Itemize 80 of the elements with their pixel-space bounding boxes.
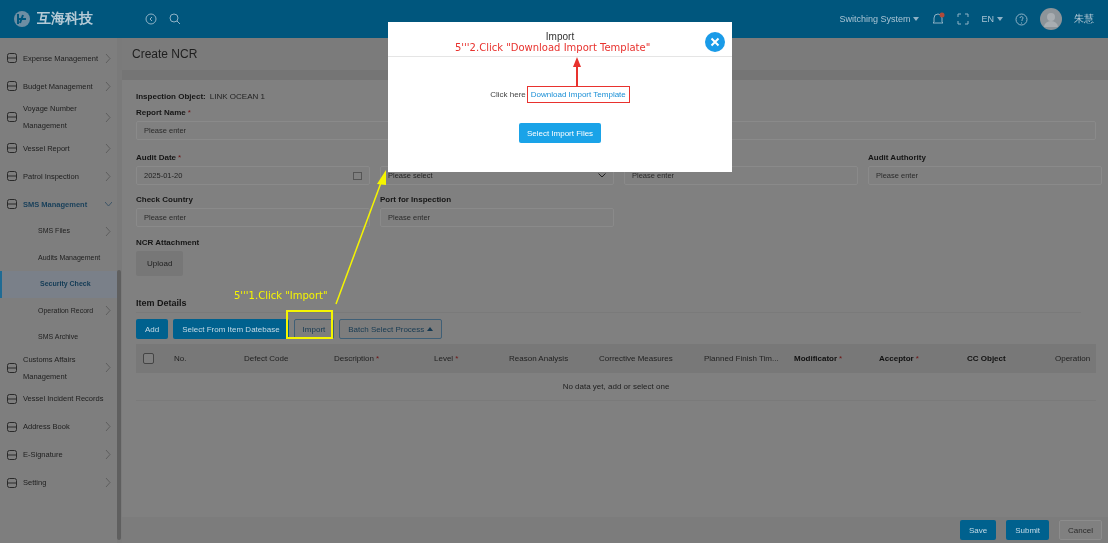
chevron-icon	[105, 226, 112, 236]
menu-icon	[7, 199, 17, 209]
annotation-text: 5'''2.Click "Download Import Template"	[455, 42, 651, 53]
inspection-object-value: LINK OCEAN 1	[209, 92, 265, 103]
menu-icon	[7, 112, 17, 122]
chevron-icon	[105, 112, 112, 122]
page-title: Create NCR	[132, 47, 198, 61]
menu-icon	[7, 143, 17, 153]
column-header: Defect Code	[244, 354, 289, 363]
chevron-icon	[105, 81, 112, 91]
field-label: Port for Inspection	[380, 195, 452, 204]
menu-icon	[7, 362, 17, 373]
required-mark: *	[178, 153, 182, 162]
required-mark: *	[915, 354, 919, 363]
empty-message: No data yet, add or select one	[562, 382, 670, 391]
required-mark: *	[839, 354, 843, 363]
required-mark: *	[455, 354, 459, 363]
brand-name: 互海科技	[37, 10, 93, 28]
caret-icon	[997, 17, 1003, 21]
fullscreen-icon[interactable]	[957, 13, 970, 25]
column-header: Level	[434, 354, 454, 363]
search-icon[interactable]	[169, 13, 181, 25]
chevron-icon	[105, 53, 112, 63]
chevron-icon	[105, 143, 112, 153]
system-switch-dropdown[interactable]: Switching System	[839, 14, 920, 24]
field-label: Audit Date	[136, 153, 176, 162]
chevron-icon	[105, 306, 112, 316]
menu-icon	[7, 393, 17, 404]
column-header: Reason Analysis	[509, 354, 569, 363]
avatar-icon[interactable]	[1040, 8, 1062, 30]
field-label: Inspection Object:	[136, 92, 206, 101]
logo-icon	[13, 10, 31, 28]
chevron-down-icon	[598, 173, 606, 178]
close-icon[interactable]	[705, 32, 725, 52]
caret-icon	[427, 327, 434, 331]
column-header: Corrective Measures	[599, 354, 673, 363]
chevron-icon	[105, 478, 112, 487]
field-label: Audit Authority	[868, 153, 926, 162]
user-name: 朱慧	[1074, 12, 1094, 26]
chevron-icon	[105, 450, 112, 459]
collapse-icon[interactable]	[145, 13, 157, 25]
field-label: Report Name	[136, 108, 186, 117]
checkbox[interactable]	[143, 353, 154, 364]
toolbar-button[interactable]: Add	[136, 319, 169, 339]
menu-icon	[7, 171, 17, 181]
menu-icon	[7, 53, 17, 63]
column-header: Description	[334, 354, 374, 363]
menu-icon	[7, 449, 17, 460]
chevron-icon	[105, 199, 112, 209]
column-header: CC Object	[967, 354, 1006, 363]
column-header: Modificator	[794, 354, 838, 363]
menu-icon	[7, 477, 17, 488]
calendar-icon	[353, 171, 362, 180]
required-mark: *	[187, 108, 191, 117]
upload-button[interactable]: Upload	[136, 251, 184, 276]
menu-icon	[7, 421, 17, 432]
field-label: NCR Attachment	[136, 238, 200, 247]
help-icon[interactable]	[1015, 12, 1028, 26]
select-files-button[interactable]: Select Import Files	[518, 123, 602, 143]
caret-icon	[913, 17, 920, 21]
prompt-text: Click here	[490, 90, 526, 99]
menu-icon	[7, 81, 17, 91]
chevron-icon	[105, 422, 112, 431]
chevron-icon	[105, 363, 112, 372]
toolbar-button[interactable]: Batch Select Process	[339, 319, 443, 339]
toolbar-button[interactable]: Select From Item Datebase	[173, 319, 289, 339]
column-header: Acceptor	[879, 354, 914, 363]
bell-icon[interactable]	[931, 12, 946, 26]
field-label: Check Country	[136, 195, 193, 204]
footer-button[interactable]: Submit	[1006, 520, 1050, 540]
footer-button[interactable]: Save	[959, 520, 997, 540]
language-dropdown[interactable]: EN	[981, 14, 1003, 24]
column-header: Planned Finish Tim...	[704, 354, 779, 363]
download-template-link[interactable]: Download Import Template	[530, 90, 626, 99]
required-mark: *	[376, 354, 380, 363]
column-header: No.	[174, 354, 187, 363]
highlight-frame	[286, 310, 333, 339]
column-header: Operation	[1055, 354, 1091, 363]
footer-button[interactable]: Cancel	[1059, 520, 1102, 540]
chevron-icon	[105, 171, 112, 181]
